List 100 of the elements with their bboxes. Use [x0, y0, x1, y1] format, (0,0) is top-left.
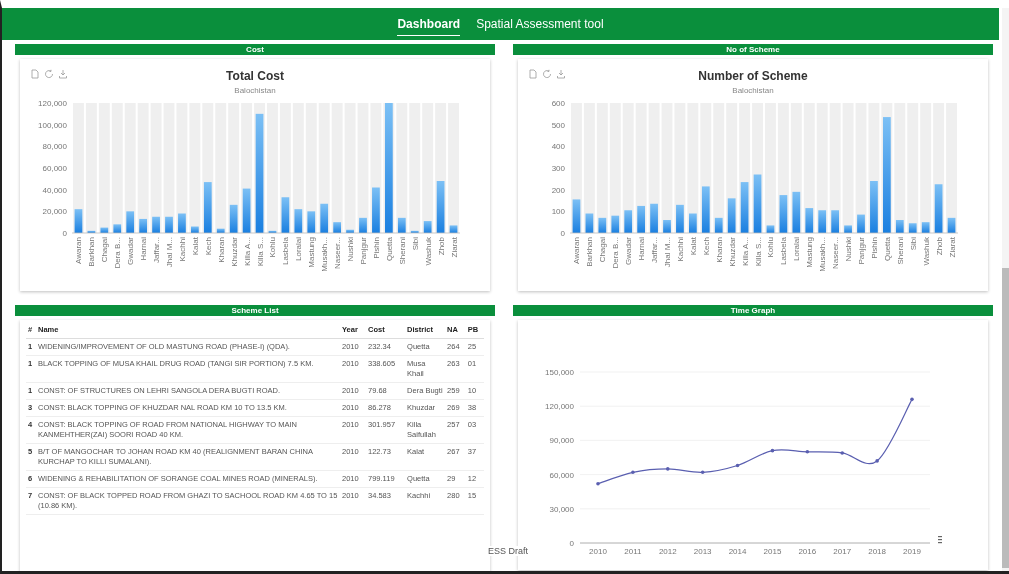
bar[interactable] — [883, 117, 891, 233]
data-point[interactable] — [700, 470, 705, 475]
y-tick-label: 80,000 — [42, 142, 67, 152]
bar[interactable] — [753, 174, 762, 233]
bar[interactable] — [637, 205, 645, 233]
bar[interactable] — [268, 230, 277, 233]
nav-link[interactable]: Spatial Assessment tool — [476, 13, 604, 35]
section-header: No of Scheme — [513, 44, 993, 55]
data-point[interactable] — [770, 448, 775, 453]
data-point[interactable] — [666, 467, 670, 471]
bar[interactable] — [423, 221, 432, 233]
x-tick-label: Killa S... — [753, 237, 763, 267]
draft-label: ESS Draft — [486, 546, 530, 556]
bar[interactable] — [152, 216, 160, 233]
bar[interactable] — [766, 225, 775, 233]
bar[interactable] — [934, 184, 943, 233]
x-tick-label: Killa A... — [740, 237, 750, 266]
bar[interactable] — [779, 195, 788, 233]
bar[interactable] — [714, 217, 723, 233]
data-point[interactable] — [631, 470, 635, 475]
bar[interactable] — [449, 225, 458, 233]
bar[interactable] — [87, 230, 96, 233]
bar[interactable] — [100, 227, 109, 233]
bar[interactable] — [113, 224, 122, 233]
refresh-icon[interactable] — [542, 69, 552, 79]
x-tick-label: Washuk — [921, 237, 931, 266]
bar[interactable] — [727, 198, 736, 233]
bar[interactable] — [624, 210, 633, 233]
bar[interactable] — [346, 229, 354, 233]
bar[interactable] — [689, 213, 697, 233]
data-point[interactable] — [805, 450, 810, 454]
x-tick-label: Kharan — [216, 237, 226, 263]
bar[interactable] — [598, 217, 607, 233]
document-icon[interactable] — [30, 69, 40, 79]
scrollbar-thumb[interactable] — [1002, 268, 1009, 568]
y-tick-label: 90,000 — [549, 436, 574, 446]
bar[interactable] — [126, 211, 135, 233]
bar[interactable] — [281, 197, 290, 233]
bar[interactable] — [255, 113, 264, 233]
x-tick-label: Chagai — [100, 237, 110, 263]
nav-link[interactable]: Dashboard — [397, 12, 461, 36]
document-icon[interactable] — [528, 69, 538, 79]
bar[interactable] — [908, 223, 917, 233]
scrollbar[interactable] — [1002, 8, 1009, 571]
bar[interactable] — [676, 204, 684, 233]
download-icon[interactable] — [58, 69, 68, 79]
bar[interactable] — [229, 204, 238, 233]
bar[interactable] — [216, 228, 225, 233]
menu-icon[interactable] — [938, 536, 942, 544]
bar[interactable] — [307, 211, 316, 233]
x-tick-label: Musakh... — [320, 237, 330, 272]
x-tick-label: Kachhi — [177, 237, 187, 262]
x-tick-label: 2015 — [763, 547, 782, 556]
section-header: Time Graph — [513, 305, 993, 316]
bar[interactable] — [701, 186, 710, 233]
data-point[interactable] — [875, 459, 879, 463]
bar[interactable] — [831, 210, 839, 233]
bar[interactable] — [663, 220, 671, 233]
bar[interactable] — [410, 230, 419, 233]
bar[interactable] — [857, 214, 865, 233]
bar[interactable] — [294, 209, 303, 233]
bar[interactable] — [139, 218, 147, 233]
bar[interactable] — [844, 225, 852, 233]
bar[interactable] — [792, 191, 801, 233]
bar[interactable] — [203, 182, 212, 233]
bar[interactable] — [921, 222, 930, 233]
bar[interactable] — [242, 188, 251, 233]
x-tick-label: Lasbela — [779, 237, 789, 266]
chart-subtitle: Balochistan — [234, 86, 276, 95]
data-point[interactable] — [596, 481, 600, 486]
bar[interactable] — [436, 181, 445, 233]
x-tick-label: Zhob — [934, 237, 944, 256]
bar[interactable] — [165, 216, 173, 233]
bar[interactable] — [372, 187, 380, 233]
bar[interactable] — [650, 203, 658, 233]
bar[interactable] — [385, 103, 393, 233]
y-tick-label: 0 — [569, 539, 574, 548]
bar[interactable] — [178, 213, 186, 233]
x-tick-label: Jhal M... — [663, 237, 672, 268]
bar[interactable] — [870, 181, 878, 233]
bar[interactable] — [947, 217, 956, 233]
bar[interactable] — [333, 222, 341, 233]
bar[interactable] — [397, 217, 406, 233]
bar[interactable] — [895, 220, 904, 233]
x-tick-label: 2013 — [693, 547, 712, 556]
refresh-icon[interactable] — [44, 69, 54, 79]
download-icon[interactable] — [556, 69, 566, 79]
bar[interactable] — [805, 208, 814, 233]
data-point[interactable] — [910, 397, 914, 402]
bar[interactable] — [740, 182, 749, 233]
bar[interactable] — [611, 215, 620, 233]
data-point[interactable] — [735, 463, 740, 468]
bar[interactable] — [572, 199, 581, 233]
data-point[interactable] — [840, 451, 844, 455]
bar[interactable] — [74, 209, 83, 233]
bar[interactable] — [320, 203, 329, 233]
bar[interactable] — [585, 213, 594, 233]
bar[interactable] — [191, 226, 199, 233]
bar[interactable] — [818, 210, 827, 233]
bar[interactable] — [359, 217, 367, 233]
